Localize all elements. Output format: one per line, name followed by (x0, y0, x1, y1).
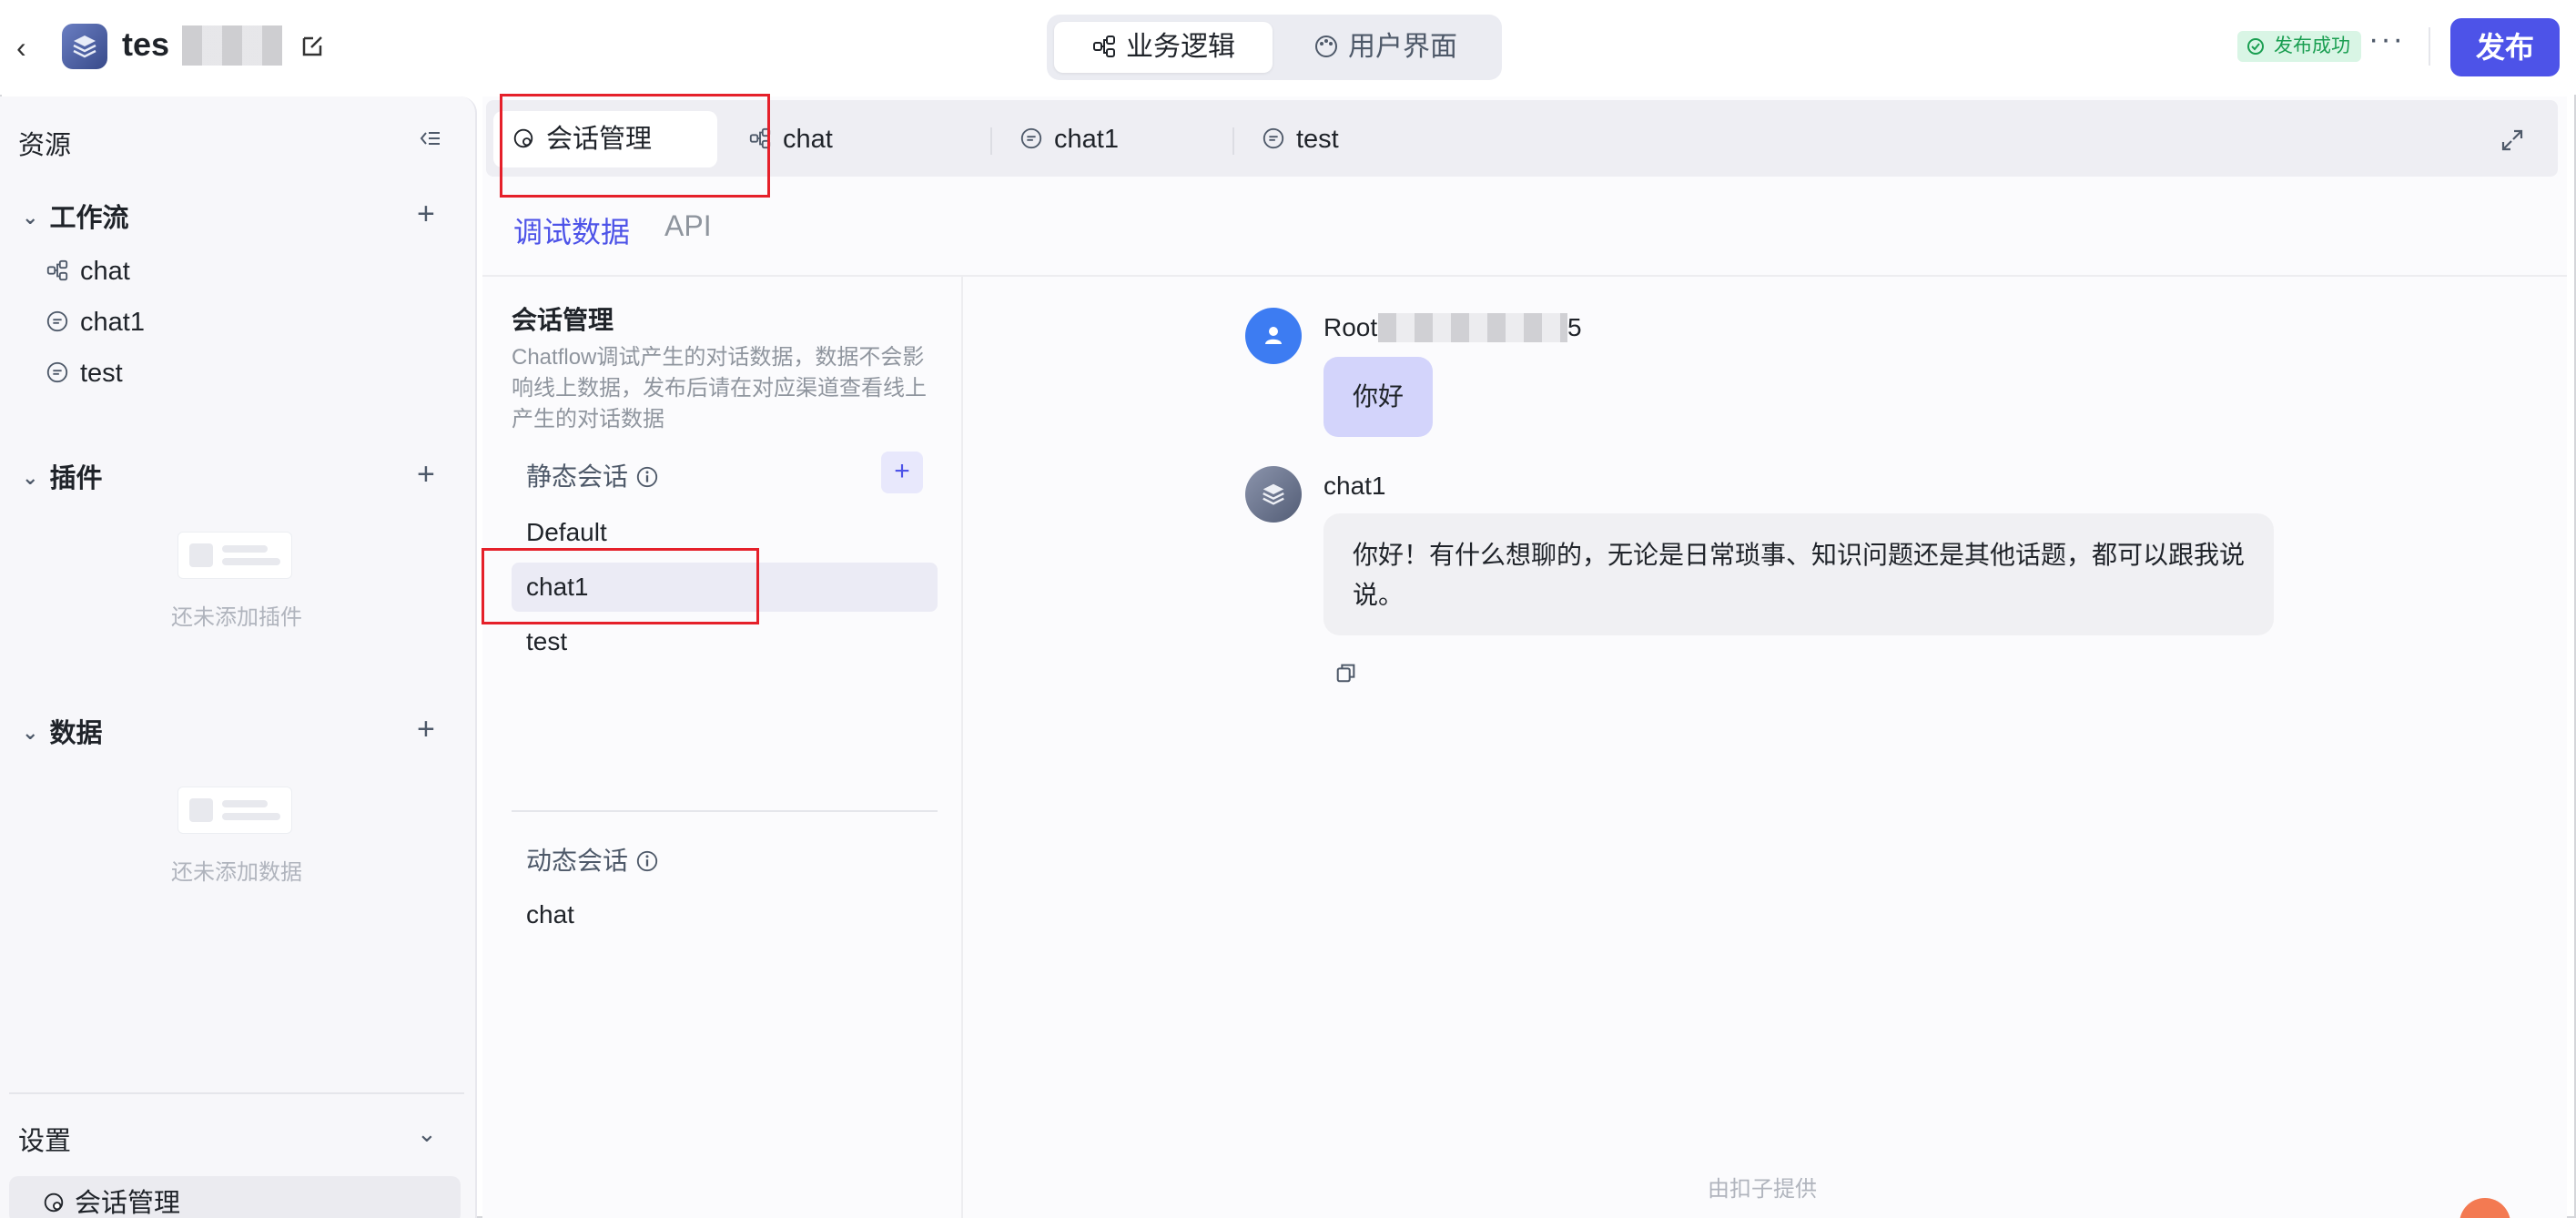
user-name: Root (1323, 313, 1378, 341)
divider (512, 810, 938, 812)
sidebar-item-test[interactable]: test (46, 355, 123, 391)
empty-placeholder-icon (177, 787, 292, 834)
tab-separator (1232, 127, 1234, 155)
subtab-debug-data[interactable]: 调试数据 (513, 209, 630, 251)
chat-bubble-icon (46, 311, 68, 332)
status-badge: 发布成功 (2237, 31, 2361, 62)
section-title: 插件 (49, 464, 103, 493)
top-bar: ‹ tes 业务逻辑 用户界面 发布成功 ··· 发布 (0, 0, 2576, 95)
settings-title[interactable]: 设置 (18, 1120, 71, 1158)
segment-label: 业务逻辑 (1126, 32, 1235, 62)
tab-label: chat (783, 125, 833, 154)
segment-business-logic[interactable]: 业务逻辑 (1054, 22, 1273, 73)
workflow-icon (46, 260, 68, 281)
powered-by-text: 由扣子提供 (1708, 1177, 1817, 1202)
section-data[interactable]: ⌄ 数据 (22, 712, 102, 750)
plugins-empty-text: 还未添加插件 (171, 605, 302, 630)
add-conversation-button[interactable]: + (881, 452, 923, 493)
panel-title: 会话管理 (512, 306, 614, 334)
tab-test[interactable]: test (1243, 111, 1462, 167)
layers-icon (1263, 483, 1284, 505)
add-data-button[interactable]: + (417, 714, 435, 745)
panel-description: Chatflow调试产生的对话数据，数据不会影响线上数据，发布后请在对应渠道查看… (512, 345, 927, 431)
tab-separator (990, 127, 992, 155)
workflow-icon (1093, 36, 1115, 58)
expand-icon[interactable] (2500, 127, 2525, 157)
info-icon[interactable] (635, 849, 659, 873)
copy-icon[interactable] (1334, 661, 1358, 689)
tab-chat1[interactable]: chat1 (1001, 111, 1220, 167)
empty-placeholder-icon (177, 532, 292, 579)
publish-button[interactable]: 发布 (2450, 18, 2560, 76)
sidebar-item-label: chat1 (80, 308, 145, 337)
sidebar-item-chat[interactable]: chat (46, 253, 130, 289)
sidebar-item-label: chat (80, 257, 130, 286)
info-icon[interactable] (635, 465, 659, 489)
edit-icon[interactable] (300, 33, 328, 60)
segment-label: 用户界面 (1348, 32, 1457, 62)
app-icon (62, 24, 107, 69)
tab-label: test (1296, 125, 1339, 154)
more-icon[interactable]: ··· (2368, 22, 2405, 57)
app-name: tes (122, 25, 170, 63)
add-plugin-button[interactable]: + (417, 459, 435, 490)
chevron-down-icon[interactable]: ⌄ (417, 1120, 437, 1148)
main-panel: 会话管理 chat chat1 test 调试数据 API 会话管理 Chatf… (482, 96, 2567, 1218)
sidebar-title: 资源 (18, 131, 72, 160)
check-circle-icon (2247, 38, 2264, 55)
dynamic-label: 动态会话 (526, 847, 629, 875)
status-text: 发布成功 (2274, 36, 2350, 56)
highlight-box-conversation (482, 548, 759, 624)
redacted-name (182, 25, 282, 66)
chevron-down-icon: ⌄ (22, 466, 39, 489)
divider (9, 1092, 464, 1094)
redacted-user-id (1378, 313, 1567, 342)
user-name-suffix: 5 (1567, 313, 1582, 341)
chat-bubble-icon (46, 362, 68, 383)
back-chevron-icon[interactable]: ‹ (16, 31, 44, 64)
section-title: 工作流 (49, 204, 129, 233)
bot-avatar (1245, 466, 1302, 523)
subtab-bar: 调试数据 API (482, 182, 2567, 277)
tab-chat[interactable]: chat (741, 111, 959, 167)
data-empty-text: 还未添加数据 (171, 860, 302, 885)
subtab-api[interactable]: API (664, 209, 712, 243)
chat-bubble-icon (1020, 128, 1042, 149)
static-conversations-header: 静态会话 (526, 457, 659, 493)
chevron-down-icon: ⌄ (22, 206, 39, 228)
section-workflow[interactable]: ⌄ 工作流 (22, 197, 128, 235)
section-plugins[interactable]: ⌄ 插件 (22, 457, 102, 495)
dynamic-conversations-header: 动态会话 (526, 841, 659, 878)
static-label: 静态会话 (526, 462, 629, 491)
sidebar-item-chat1[interactable]: chat1 (46, 304, 145, 340)
chat-bubble-icon (1263, 128, 1284, 149)
settings-item-conversation-management[interactable]: 会话管理 (9, 1176, 461, 1218)
chevron-down-icon: ⌄ (22, 721, 39, 744)
user-icon (1265, 327, 1282, 344)
conversation-item-test[interactable]: test (512, 617, 938, 666)
mode-switch: 业务逻辑 用户界面 (1047, 15, 1502, 80)
divider (2429, 27, 2430, 66)
conversation-panel: 会话管理 Chatflow调试产生的对话数据，数据不会影响线上数据，发布后请在对… (482, 277, 963, 1218)
tab-bar: 会话管理 chat chat1 test (486, 100, 2558, 177)
resource-sidebar: 资源 ⌄ 工作流 + chat chat1 test ⌄ 插件 + 还未添加插件 ⌄… (0, 96, 477, 1218)
tab-label: chat1 (1054, 125, 1119, 154)
segment-user-interface[interactable]: 用户界面 (1276, 22, 1495, 73)
section-title: 数据 (49, 719, 103, 748)
add-workflow-button[interactable]: + (417, 198, 435, 229)
sidebar-item-label: test (80, 359, 123, 388)
bot-message: 你好！有什么想聊的，无论是日常琐事、知识问题还是其他话题，都可以跟我说说。 (1323, 513, 2274, 635)
user-avatar (1245, 308, 1302, 364)
palette-icon (1315, 36, 1337, 58)
settings-item-label: 会话管理 (75, 1189, 181, 1218)
bot-name: chat1 (1323, 472, 1386, 500)
user-message: 你好 (1323, 357, 1433, 437)
conversation-item-chat[interactable]: chat (512, 890, 938, 939)
conversation-settings-icon (44, 1193, 64, 1213)
highlight-box-tab (500, 94, 770, 198)
collapse-sidebar-icon[interactable] (417, 126, 442, 156)
